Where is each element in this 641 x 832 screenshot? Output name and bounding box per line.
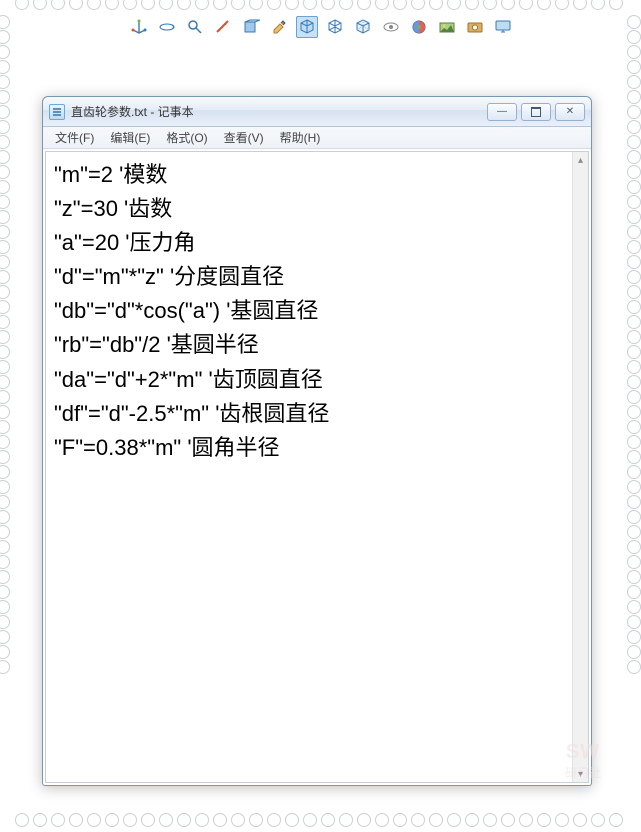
editor-area: "m"=2 '模数 "z"=30 '齿数 "a"=20 '压力角 "d"="m"… bbox=[43, 149, 591, 785]
axis-icon[interactable] bbox=[128, 16, 150, 38]
maximize-button[interactable] bbox=[521, 103, 551, 121]
cube-hidden-icon[interactable] bbox=[352, 16, 374, 38]
zoom-icon[interactable] bbox=[184, 16, 206, 38]
menu-item-3[interactable]: 查看(V) bbox=[216, 127, 272, 148]
section-icon[interactable] bbox=[240, 16, 262, 38]
text-editor[interactable]: "m"=2 '模数 "z"=30 '齿数 "a"=20 '压力角 "d"="m"… bbox=[45, 151, 589, 783]
vertical-scrollbar[interactable]: ▴ ▾ bbox=[572, 152, 588, 782]
menu-item-1[interactable]: 编辑(E) bbox=[102, 127, 158, 148]
menu-item-0[interactable]: 文件(F) bbox=[47, 127, 102, 148]
cube-wire-icon[interactable] bbox=[324, 16, 346, 38]
titlebar[interactable]: 直齿轮参数.txt - 记事本 — ✕ bbox=[43, 97, 591, 127]
rotate-view-icon[interactable] bbox=[156, 16, 178, 38]
window-title: 直齿轮参数.txt - 记事本 bbox=[71, 103, 487, 120]
capture-icon[interactable] bbox=[464, 16, 486, 38]
menu-item-4[interactable]: 帮助(H) bbox=[272, 127, 329, 148]
appearance-icon[interactable] bbox=[408, 16, 430, 38]
minimize-button[interactable]: — bbox=[487, 103, 517, 121]
menu-item-2[interactable]: 格式(O) bbox=[158, 127, 215, 148]
scroll-down-arrow[interactable]: ▾ bbox=[573, 766, 588, 782]
paint-icon[interactable] bbox=[268, 16, 290, 38]
notepad-icon bbox=[49, 104, 65, 120]
view-icon[interactable] bbox=[380, 16, 402, 38]
notepad-window: 直齿轮参数.txt - 记事本 — ✕ 文件(F)编辑(E)格式(O)查看(V)… bbox=[42, 96, 592, 786]
close-button[interactable]: ✕ bbox=[555, 103, 585, 121]
window-controls: — ✕ bbox=[487, 103, 585, 121]
scroll-up-arrow[interactable]: ▴ bbox=[573, 152, 588, 168]
top-toolbar bbox=[0, 12, 641, 42]
menubar: 文件(F)编辑(E)格式(O)查看(V)帮助(H) bbox=[43, 127, 591, 149]
measure-icon[interactable] bbox=[212, 16, 234, 38]
scene-icon[interactable] bbox=[436, 16, 458, 38]
cube-icon[interactable] bbox=[296, 16, 318, 38]
display-icon[interactable] bbox=[492, 16, 514, 38]
